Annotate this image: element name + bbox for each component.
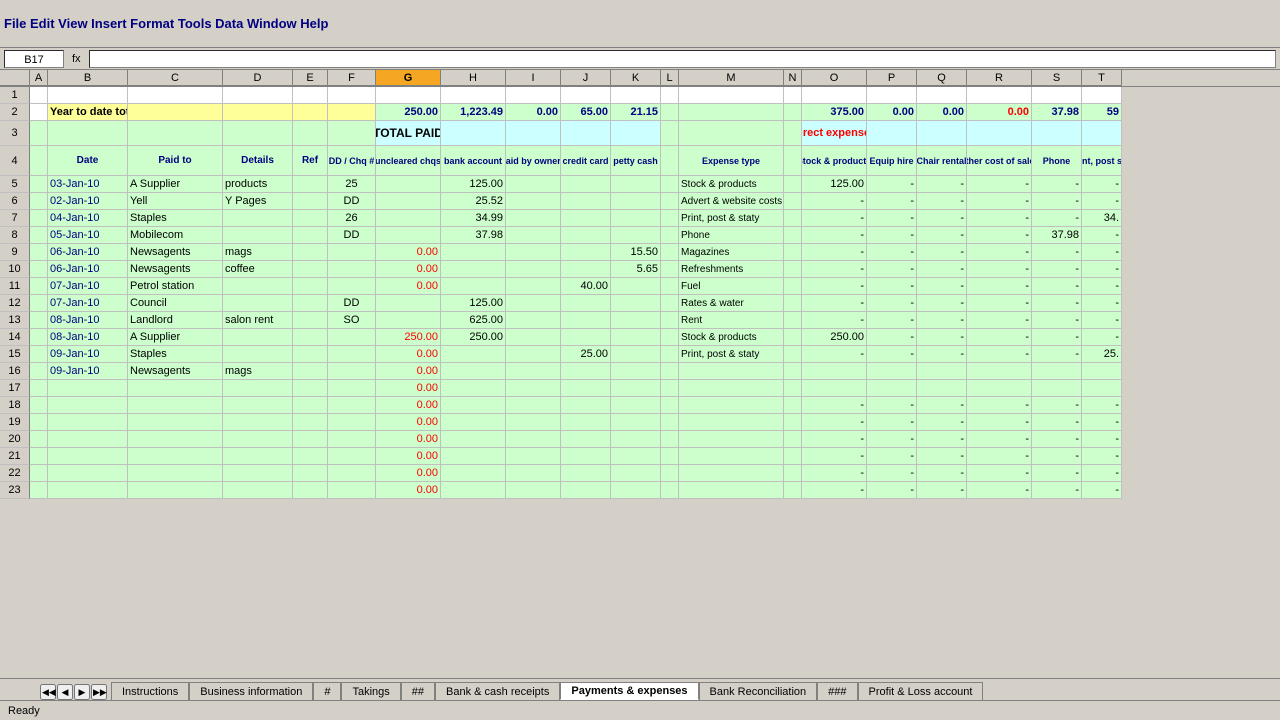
row-num: 9 <box>0 244 30 261</box>
tab-takings[interactable]: Takings <box>341 682 400 700</box>
table-row: 23 0.00 - - - - - - <box>0 482 1280 499</box>
table-row: 5 03-Jan-10 A Supplier products 25 125.0… <box>0 176 1280 193</box>
tab-[interactable]: ### <box>817 682 857 700</box>
tab-bar: ◀◀ ◀ ▶ ▶▶ InstructionsBusiness informati… <box>0 678 1280 700</box>
tab-nav-prev[interactable]: ◀ <box>57 684 73 700</box>
col-header-i[interactable]: I <box>506 70 561 86</box>
col-header-b[interactable]: B <box>48 70 128 86</box>
col-header-o[interactable]: O <box>802 70 867 86</box>
table-row: 19 0.00 - - - - - - <box>0 414 1280 431</box>
col-header-n[interactable]: N <box>784 70 802 86</box>
tab-nav-last[interactable]: ▶▶ <box>91 684 107 700</box>
row-num: 6 <box>0 193 30 210</box>
row-num: 12 <box>0 295 30 312</box>
col-header-g[interactable]: G <box>376 70 441 86</box>
formula-separator: fx <box>68 53 85 65</box>
app-menu[interactable]: File Edit View Insert Format Tools Data … <box>4 16 328 31</box>
table-row: 21 0.00 - - - - - - <box>0 448 1280 465</box>
name-box[interactable]: B17 <box>4 50 64 68</box>
row-num: 16 <box>0 363 30 380</box>
col-header-f[interactable]: F <box>328 70 376 86</box>
tab-business-information[interactable]: Business information <box>189 682 313 700</box>
tab-bank-reconciliation[interactable]: Bank Reconciliation <box>699 682 818 700</box>
row-num: 13 <box>0 312 30 329</box>
table-row: 13 08-Jan-10 Landlord salon rent SO 625.… <box>0 312 1280 329</box>
row-num: 4 <box>0 146 30 176</box>
col-header-l[interactable]: L <box>661 70 679 86</box>
row-num: 20 <box>0 431 30 448</box>
col-header-q[interactable]: Q <box>917 70 967 86</box>
tab-[interactable]: # <box>313 682 341 700</box>
row-num: 11 <box>0 278 30 295</box>
row-num: 18 <box>0 397 30 414</box>
column-headers: A B C D E F G H I J K L M N O P Q R S T <box>0 70 1280 87</box>
table-row: 17 0.00 <box>0 380 1280 397</box>
tab-nav-first[interactable]: ◀◀ <box>40 684 56 700</box>
spreadsheet-app: File Edit View Insert Format Tools Data … <box>0 0 1280 720</box>
row-num: 8 <box>0 227 30 244</box>
ribbon: File Edit View Insert Format Tools Data … <box>0 0 1280 48</box>
col-header-s[interactable]: S <box>1032 70 1082 86</box>
table-row: 2 Year to date totals 250.00 1,223.49 0.… <box>0 104 1280 121</box>
col-header-a[interactable]: A <box>30 70 48 86</box>
tab-instructions[interactable]: Instructions <box>111 682 189 700</box>
tab-area: ◀◀ ◀ ▶ ▶▶ InstructionsBusiness informati… <box>0 678 1280 700</box>
table-row: 6 02-Jan-10 Yell Y Pages DD 25.52 Advert… <box>0 193 1280 210</box>
data-rows: 5 03-Jan-10 A Supplier products 25 125.0… <box>0 176 1280 499</box>
formula-input[interactable] <box>89 50 1276 68</box>
col-header-e[interactable]: E <box>293 70 328 86</box>
table-row: 3 TOTAL PAID Direct expenses <box>0 121 1280 146</box>
row-num: 14 <box>0 329 30 346</box>
row-num: 22 <box>0 465 30 482</box>
row-num-header <box>0 70 30 86</box>
status-bar: Ready <box>0 700 1280 720</box>
formula-bar: B17 fx <box>0 48 1280 70</box>
row-num: 5 <box>0 176 30 193</box>
row-num: 19 <box>0 414 30 431</box>
row-num: 15 <box>0 346 30 363</box>
col-header-d[interactable]: D <box>223 70 293 86</box>
col-header-k[interactable]: K <box>611 70 661 86</box>
row-num: 3 <box>0 121 30 146</box>
table-row: 14 08-Jan-10 A Supplier 250.00 250.00 St… <box>0 329 1280 346</box>
col-header-h[interactable]: H <box>441 70 506 86</box>
col-header-c[interactable]: C <box>128 70 223 86</box>
col-header-m[interactable]: M <box>679 70 784 86</box>
tab-[interactable]: ## <box>401 682 435 700</box>
row-num: 7 <box>0 210 30 227</box>
row-num: 21 <box>0 448 30 465</box>
row-num: 1 <box>0 87 30 104</box>
table-row: 7 04-Jan-10 Staples 26 34.99 Print, post… <box>0 210 1280 227</box>
table-row: 16 09-Jan-10 Newsagents mags 0.00 <box>0 363 1280 380</box>
table-row: 10 06-Jan-10 Newsagents coffee 0.00 5.65… <box>0 261 1280 278</box>
row-num: 2 <box>0 104 30 121</box>
table-row: 8 05-Jan-10 Mobilecom DD 37.98 Phone - -… <box>0 227 1280 244</box>
col-header-p[interactable]: P <box>867 70 917 86</box>
tab-bank--cash-receipts[interactable]: Bank & cash receipts <box>435 682 560 700</box>
row-num: 17 <box>0 380 30 397</box>
col-header-j[interactable]: J <box>561 70 611 86</box>
status-text: Ready <box>8 705 40 717</box>
table-row: 22 0.00 - - - - - - <box>0 465 1280 482</box>
col-header-t[interactable]: T <box>1082 70 1122 86</box>
tab-nav-next[interactable]: ▶ <box>74 684 90 700</box>
row-num: 10 <box>0 261 30 278</box>
grid-wrapper: 1 2 Year to date totals <box>0 87 1280 678</box>
table-row: 9 06-Jan-10 Newsagents mags 0.00 15.50 M… <box>0 244 1280 261</box>
table-row: 18 0.00 - - - - - - <box>0 397 1280 414</box>
tab-payments--expenses[interactable]: Payments & expenses <box>560 682 698 700</box>
table-row: 20 0.00 - - - - - - <box>0 431 1280 448</box>
table-row: 11 07-Jan-10 Petrol station 0.00 40.00 F… <box>0 278 1280 295</box>
table-row: 1 <box>0 87 1280 104</box>
table-row: 12 07-Jan-10 Council DD 125.00 Rates & w… <box>0 295 1280 312</box>
tab-profit--loss-account[interactable]: Profit & Loss account <box>858 682 984 700</box>
col-header-r[interactable]: R <box>967 70 1032 86</box>
row-num: 23 <box>0 482 30 499</box>
table-row: 4 Date Paid to Details Ref DD / Chq # un… <box>0 146 1280 176</box>
table-row: 15 09-Jan-10 Staples 0.00 25.00 Print, p… <box>0 346 1280 363</box>
